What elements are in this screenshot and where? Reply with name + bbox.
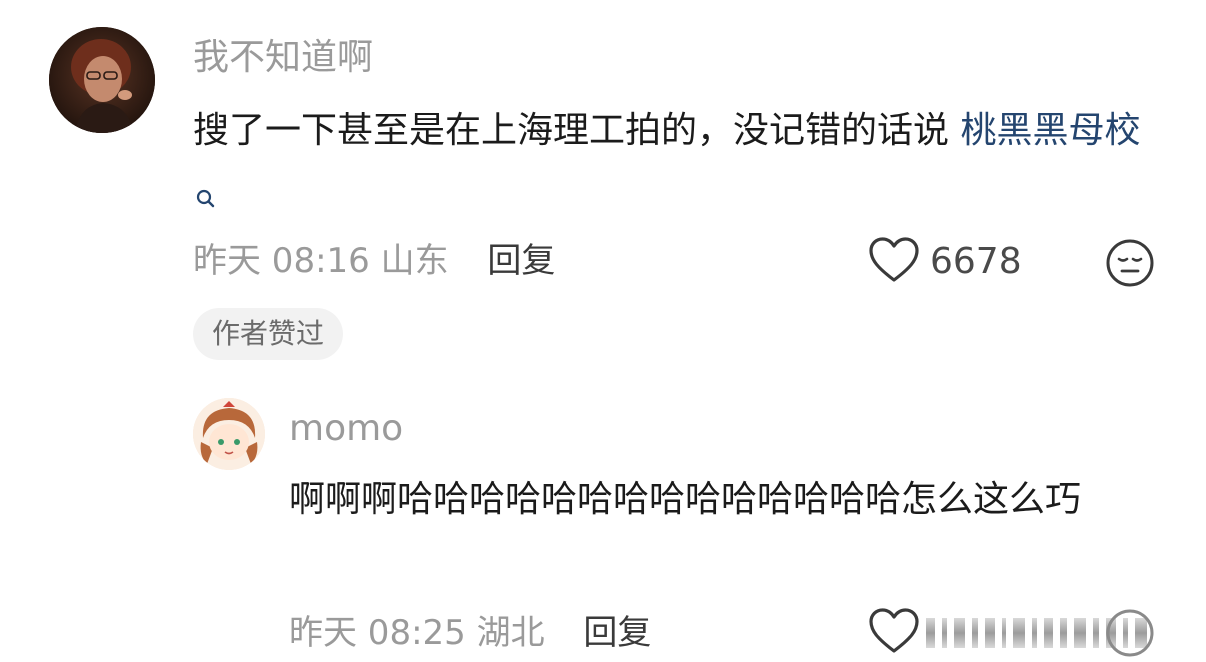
avatar[interactable] bbox=[193, 398, 265, 470]
reply-location: 湖北 bbox=[476, 613, 545, 653]
neutral-face-icon bbox=[1105, 609, 1155, 662]
neutral-face-icon bbox=[1105, 239, 1155, 292]
comment-content: 搜了一下甚至是在上海理工拍的，没记错的话说 桃黑黑母校 bbox=[193, 100, 1153, 230]
reply-time: 昨天 08:25 bbox=[289, 613, 466, 653]
reply-button[interactable]: 回复 bbox=[583, 613, 651, 653]
avatar-portrait-image bbox=[49, 27, 155, 133]
avatar-anime-image bbox=[193, 398, 265, 470]
comment-text: 搜了一下甚至是在上海理工拍的，没记错的话说 bbox=[193, 110, 961, 151]
reply-button[interactable]: 回复 bbox=[487, 241, 555, 281]
topic-link-text: 桃黑黑母校 bbox=[960, 110, 1141, 151]
search-icon bbox=[195, 168, 217, 230]
author-liked-badge: 作者赞过 bbox=[193, 308, 344, 360]
like-count: 6678 bbox=[930, 241, 1022, 282]
reply-username[interactable]: momo bbox=[289, 406, 403, 452]
comment-item: 我不知道啊 搜了一下甚至是在上海理工拍的，没记错的话说 桃黑黑母校 昨天 08:… bbox=[0, 0, 1206, 380]
avatar[interactable] bbox=[49, 27, 155, 133]
reply-item: momo 啊啊啊哈哈哈哈哈哈哈哈哈哈哈哈哈哈怎么这么巧 昨天 08:25 湖北 … bbox=[0, 390, 1206, 661]
reaction-button[interactable] bbox=[1105, 238, 1155, 292]
comment-location: 山东 bbox=[380, 241, 449, 281]
reply-content: 啊啊啊哈哈哈哈哈哈哈哈哈哈哈哈哈哈怎么这么巧 bbox=[289, 479, 1082, 520]
reply-meta: 昨天 08:25 湖北 回复 bbox=[289, 610, 651, 656]
like-button[interactable]: 6678 bbox=[868, 237, 1022, 287]
heart-outline-icon bbox=[868, 236, 920, 288]
comment-time: 昨天 08:16 bbox=[193, 241, 370, 281]
comment-meta: 昨天 08:16 山东 回复 bbox=[193, 238, 555, 284]
comment-username[interactable]: 我不知道啊 bbox=[193, 35, 373, 81]
reaction-button[interactable] bbox=[1105, 608, 1155, 662]
heart-outline-icon bbox=[868, 607, 920, 659]
